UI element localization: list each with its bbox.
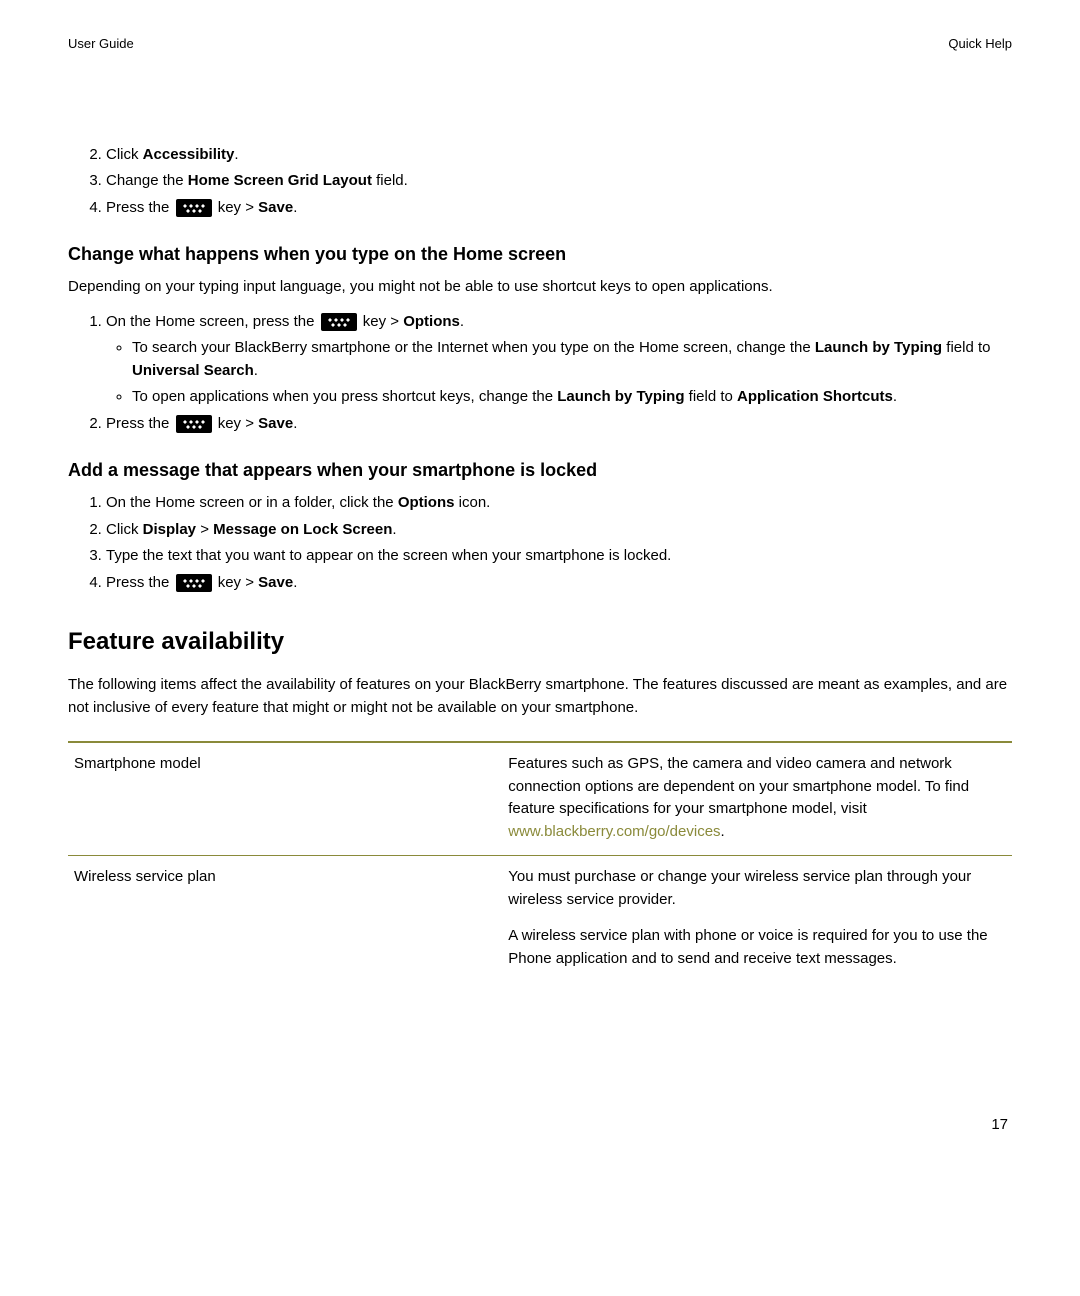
save-label: Save <box>258 415 293 432</box>
sec1-bullets: To search your BlackBerry smartphone or … <box>106 337 1012 409</box>
row2-label: Wireless service plan <box>68 856 502 983</box>
subhead-change-typing: Change what happens when you type on the… <box>68 241 1012 268</box>
page: User Guide Quick Help Click Accessibilit… <box>0 0 1080 1296</box>
blackberry-key-icon <box>176 415 212 433</box>
options-label: Options <box>403 313 460 330</box>
row1-label: Smartphone model <box>68 742 502 856</box>
blackberry-key-icon <box>176 574 212 592</box>
page-number: 17 <box>991 1114 1008 1137</box>
blackberry-key-icon <box>176 199 212 217</box>
accessibility-label: Accessibility <box>143 146 235 163</box>
save-label: Save <box>258 574 293 591</box>
sec2-step-3: Type the text that you want to appear on… <box>106 545 1012 568</box>
devices-link[interactable]: www.blackberry.com/go/devices <box>508 823 720 840</box>
header-right: Quick Help <box>948 34 1012 54</box>
feature-intro: The following items affect the availabil… <box>68 674 1012 719</box>
grid-layout-label: Home Screen Grid Layout <box>188 172 372 189</box>
row1-desc: Features such as GPS, the camera and vid… <box>502 742 1012 856</box>
step-4: Press the key > Save. <box>106 197 1012 220</box>
sec1-steps: On the Home screen, press the key > Opti… <box>68 311 1012 436</box>
feature-table: Smartphone model Features such as GPS, t… <box>68 741 1012 982</box>
feature-availability-heading: Feature availability <box>68 624 1012 660</box>
sec1-bullet-1: To search your BlackBerry smartphone or … <box>132 337 1012 382</box>
step-2: Click Accessibility. <box>106 144 1012 167</box>
step-3: Change the Home Screen Grid Layout field… <box>106 170 1012 193</box>
save-label: Save <box>258 199 293 216</box>
blackberry-key-icon <box>321 313 357 331</box>
sec2-step-1: On the Home screen or in a folder, click… <box>106 492 1012 515</box>
sec2-step-4: Press the key > Save. <box>106 572 1012 595</box>
sec1-intro: Depending on your typing input language,… <box>68 276 1012 299</box>
table-row: Wireless service plan You must purchase … <box>68 856 1012 983</box>
page-header: User Guide Quick Help <box>68 34 1012 54</box>
sec2-step-2: Click Display > Message on Lock Screen. <box>106 519 1012 542</box>
header-left: User Guide <box>68 34 134 54</box>
subhead-lock-message: Add a message that appears when your sma… <box>68 457 1012 484</box>
sec1-step-1: On the Home screen, press the key > Opti… <box>106 311 1012 409</box>
row2-desc: You must purchase or change your wireles… <box>502 856 1012 983</box>
table-row: Smartphone model Features such as GPS, t… <box>68 742 1012 856</box>
continued-steps: Click Accessibility. Change the Home Scr… <box>68 144 1012 220</box>
sec1-bullet-2: To open applications when you press shor… <box>132 386 1012 409</box>
sec1-step-2: Press the key > Save. <box>106 413 1012 436</box>
sec2-steps: On the Home screen or in a folder, click… <box>68 492 1012 594</box>
options-label: Options <box>398 494 455 511</box>
